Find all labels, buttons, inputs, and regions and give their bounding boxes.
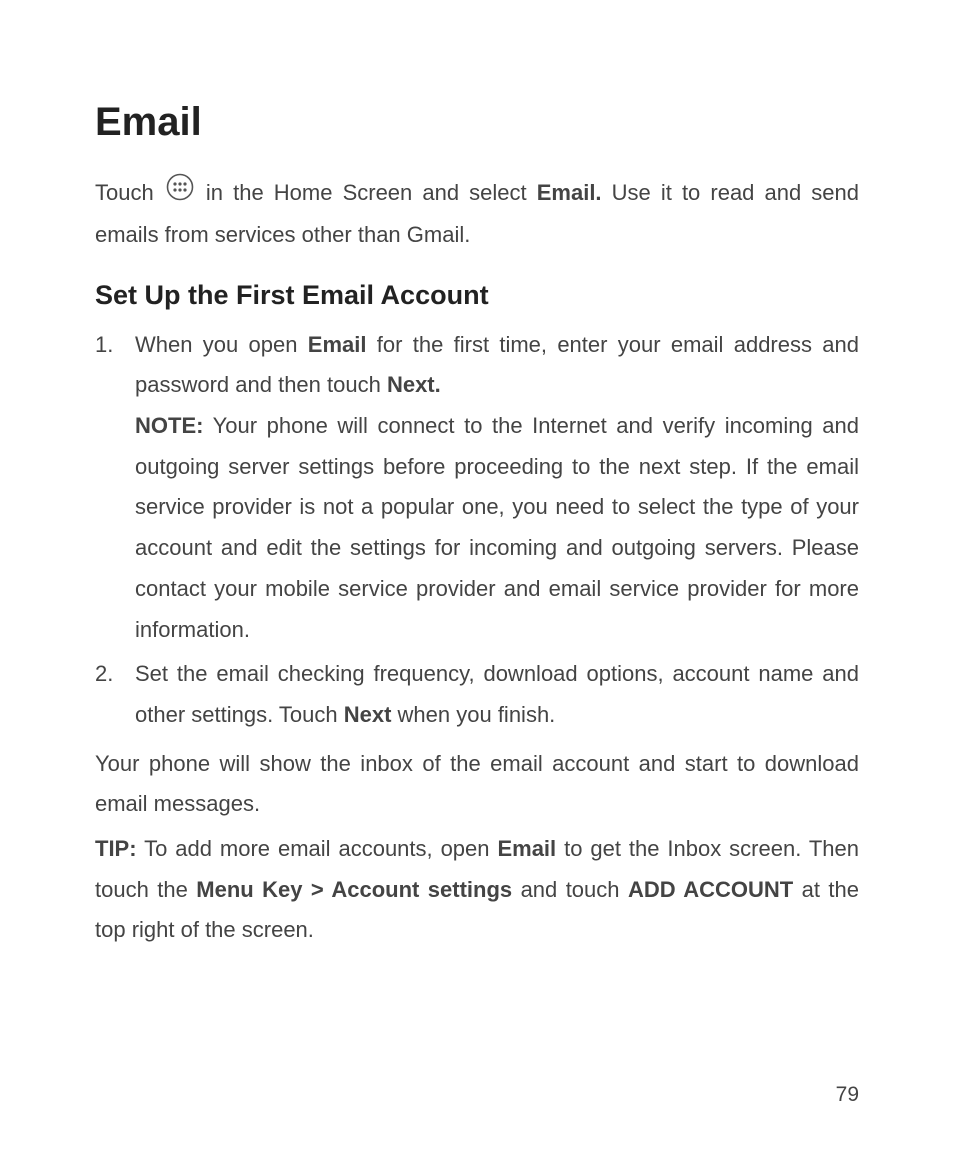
step-1: When you open Email for the first time, … bbox=[95, 325, 859, 651]
tip-part3: and touch bbox=[512, 877, 628, 902]
tip-part1: To add more email accounts, open bbox=[137, 836, 498, 861]
tip-bold2: Menu Key > Account settings bbox=[196, 877, 512, 902]
tip-label: TIP: bbox=[95, 836, 137, 861]
step-1-part1: When you open bbox=[135, 332, 308, 357]
tip-bold3: ADD ACCOUNT bbox=[628, 877, 793, 902]
tip-bold1: Email bbox=[497, 836, 556, 861]
step-1-note-text: Your phone will connect to the Internet … bbox=[135, 413, 859, 641]
steps-list: When you open Email for the first time, … bbox=[95, 325, 859, 736]
section-heading: Set Up the First Email Account bbox=[95, 280, 859, 311]
intro-email-bold: Email. bbox=[537, 180, 602, 205]
intro-text-after-icon: in the Home Screen and select bbox=[196, 180, 537, 205]
step-2: Set the email checking frequency, downlo… bbox=[95, 654, 859, 735]
tip-paragraph: TIP: To add more email accounts, open Em… bbox=[95, 829, 859, 951]
apps-grid-icon bbox=[166, 173, 194, 215]
step-2-part2: when you finish. bbox=[391, 702, 555, 727]
page-number: 79 bbox=[836, 1083, 859, 1107]
step-1-note-label: NOTE: bbox=[135, 413, 203, 438]
step-1-bold1: Email bbox=[308, 332, 367, 357]
page-title: Email bbox=[95, 100, 859, 145]
intro-text-before-icon: Touch bbox=[95, 180, 164, 205]
step-1-bold2: Next. bbox=[387, 372, 441, 397]
step-2-bold1: Next bbox=[344, 702, 392, 727]
intro-paragraph: Touch in the Home Screen and select Emai… bbox=[95, 173, 859, 256]
conclusion-paragraph: Your phone will show the inbox of the em… bbox=[95, 744, 859, 825]
